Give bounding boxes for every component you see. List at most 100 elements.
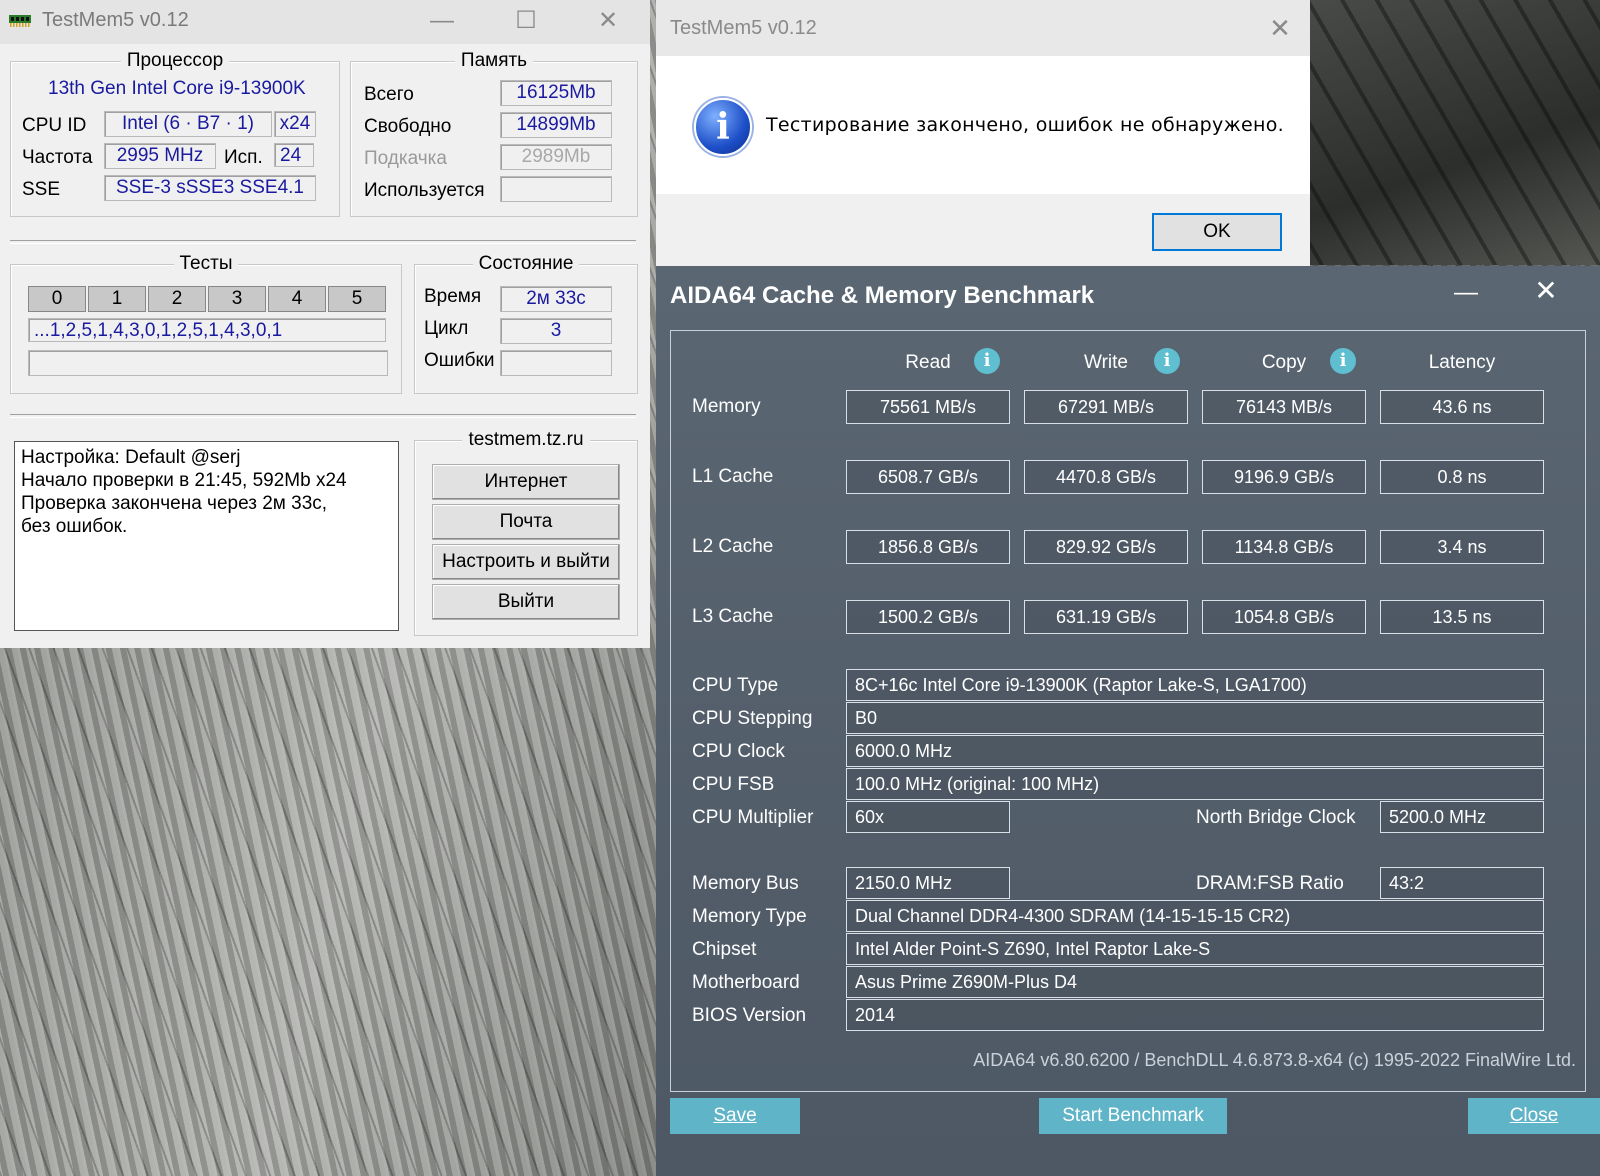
log-line: без ошибок.: [21, 516, 128, 537]
l1-write-value: 4470.8 GB/s: [1024, 460, 1188, 494]
minimize-icon[interactable]: —: [1446, 276, 1486, 310]
l1-latency-value: 0.8 ns: [1380, 460, 1544, 494]
maximize-icon[interactable]: ☐: [504, 4, 548, 38]
message-box-titlebar[interactable]: TestMem5 v0.12 ✕: [656, 0, 1310, 56]
cpu-type-value: 8C+16c Intel Core i9-13900K (Raptor Lake…: [846, 669, 1544, 701]
separator: [10, 240, 636, 244]
test-button-1[interactable]: 1: [88, 286, 146, 312]
minimize-icon[interactable]: —: [420, 4, 464, 38]
processor-group-title: Процессор: [120, 50, 230, 71]
ok-button[interactable]: OK: [1152, 213, 1282, 251]
aida64-title: AIDA64 Cache & Memory Benchmark: [670, 282, 1095, 309]
memory-bus-value: 2150.0 MHz: [846, 867, 1010, 899]
free-label: Свободно: [364, 116, 452, 137]
errors-label: Ошибки: [424, 350, 495, 371]
total-label: Всего: [364, 84, 414, 105]
l3-read-value: 1500.2 GB/s: [846, 600, 1010, 634]
status-group-title: Состояние: [472, 253, 580, 274]
north-bridge-clock-label: North Bridge Clock: [1196, 807, 1356, 828]
l1-read-value: 6508.7 GB/s: [846, 460, 1010, 494]
swap-field: 2989Mb: [500, 144, 612, 170]
cycle-field: 3: [500, 318, 612, 344]
row-label-l2: L2 Cache: [692, 536, 774, 557]
l2-write-value: 829.92 GB/s: [1024, 530, 1188, 564]
cpu-multiplier-label: CPU Multiplier: [692, 807, 814, 828]
test-sequence-field: ...1,2,5,1,4,3,0,1,2,5,1,4,3,0,1: [28, 318, 386, 342]
info-icon[interactable]: i: [1154, 348, 1180, 374]
sse-field: SSE-3 sSSE3 SSE4.1: [104, 175, 316, 201]
free-field: 14899Mb: [500, 112, 612, 138]
cpu-clock-label: CPU Clock: [692, 741, 785, 762]
info-icon[interactable]: i: [1330, 348, 1356, 374]
test-button-3[interactable]: 3: [208, 286, 266, 312]
memory-bus-label: Memory Bus: [692, 873, 799, 894]
info-icon[interactable]: i: [974, 348, 1000, 374]
internet-button[interactable]: Интернет: [432, 464, 620, 500]
cpu-model: 13th Gen Intel Core i9-13900K: [48, 78, 306, 99]
cpu-stepping-label: CPU Stepping: [692, 708, 813, 729]
test-button-0[interactable]: 0: [28, 286, 86, 312]
desktop-background-corner: [1285, 0, 1600, 265]
close-icon[interactable]: ✕: [586, 4, 630, 38]
total-field: 16125Mb: [500, 80, 612, 106]
message-text: Тестирование закончено, ошибок не обнару…: [766, 114, 1284, 136]
memory-latency-value: 43.6 ns: [1380, 390, 1544, 424]
configure-exit-button[interactable]: Настроить и выйти: [432, 544, 620, 580]
motherboard-value: Asus Prime Z690M-Plus D4: [846, 966, 1544, 998]
l2-latency-value: 3.4 ns: [1380, 530, 1544, 564]
testmem-titlebar[interactable]: TestMem5 v0.12 — ☐ ✕: [0, 0, 650, 44]
l2-read-value: 1856.8 GB/s: [846, 530, 1010, 564]
l3-latency-value: 13.5 ns: [1380, 600, 1544, 634]
cpu-clock-value: 6000.0 MHz: [846, 735, 1544, 767]
dram-fsb-ratio-value: 43:2: [1380, 867, 1544, 899]
sse-label: SSE: [22, 179, 61, 200]
links-group-title: testmem.tz.ru: [462, 429, 590, 450]
close-icon[interactable]: ✕: [1526, 274, 1566, 308]
test-button-5[interactable]: 5: [328, 286, 386, 312]
exit-button[interactable]: Выйти: [432, 584, 620, 620]
row-label-l1: L1 Cache: [692, 466, 774, 487]
start-benchmark-button[interactable]: Start Benchmark: [1039, 1098, 1227, 1134]
log-line: Начало проверки в 21:45, 592Mb x24: [21, 470, 347, 491]
time-field: 2м 33с: [500, 286, 612, 312]
frequency-field: 2995 MHz: [104, 143, 216, 169]
mail-button[interactable]: Почта: [432, 504, 620, 540]
bios-version-label: BIOS Version: [692, 1005, 807, 1026]
dram-fsb-ratio-label: DRAM:FSB Ratio: [1196, 873, 1344, 894]
used-threads-field: 24: [274, 143, 314, 167]
memory-group-title: Память: [454, 50, 534, 71]
cpuid-label: CPU ID: [22, 115, 87, 136]
errors-field: [500, 350, 612, 376]
tests-group-title: Тесты: [173, 253, 239, 274]
l1-copy-value: 9196.9 GB/s: [1202, 460, 1366, 494]
chipset-label: Chipset: [692, 939, 757, 960]
test-button-2[interactable]: 2: [148, 286, 206, 312]
north-bridge-clock-value: 5200.0 MHz: [1380, 801, 1544, 833]
cpuid-field: Intel (6 · B7 · 1): [104, 111, 272, 137]
log-textbox[interactable]: Настройка: Default @serj Начало проверки…: [14, 441, 399, 631]
save-button[interactable]: Save: [670, 1098, 800, 1134]
cpu-stepping-value: B0: [846, 702, 1544, 734]
memory-read-value: 75561 MB/s: [846, 390, 1010, 424]
swap-label: Подкачка: [364, 148, 447, 169]
bios-version-value: 2014: [846, 999, 1544, 1031]
memory-copy-value: 76143 MB/s: [1202, 390, 1366, 424]
l3-copy-value: 1054.8 GB/s: [1202, 600, 1366, 634]
cpu-multiplier-value: 60x: [846, 801, 1010, 833]
save-button-label: Save: [713, 1105, 757, 1126]
info-icon: i: [694, 98, 752, 156]
test-button-4[interactable]: 4: [268, 286, 326, 312]
in-use-field: [500, 176, 612, 202]
memory-write-value: 67291 MB/s: [1024, 390, 1188, 424]
version-footer: AIDA64 v6.80.6200 / BenchDLL 4.6.873.8-x…: [973, 1050, 1576, 1070]
separator: [10, 414, 636, 418]
time-label: Время: [424, 286, 482, 307]
row-label-l3: L3 Cache: [692, 606, 774, 627]
close-button[interactable]: Close: [1468, 1098, 1600, 1134]
close-icon[interactable]: ✕: [1260, 11, 1300, 45]
cycle-label: Цикл: [424, 318, 469, 339]
message-box-title: TestMem5 v0.12: [670, 17, 817, 39]
row-label-memory: Memory: [692, 396, 761, 417]
memory-type-value: Dual Channel DDR4-4300 SDRAM (14-15-15-1…: [846, 900, 1544, 932]
test-progress-bar: [28, 350, 388, 376]
